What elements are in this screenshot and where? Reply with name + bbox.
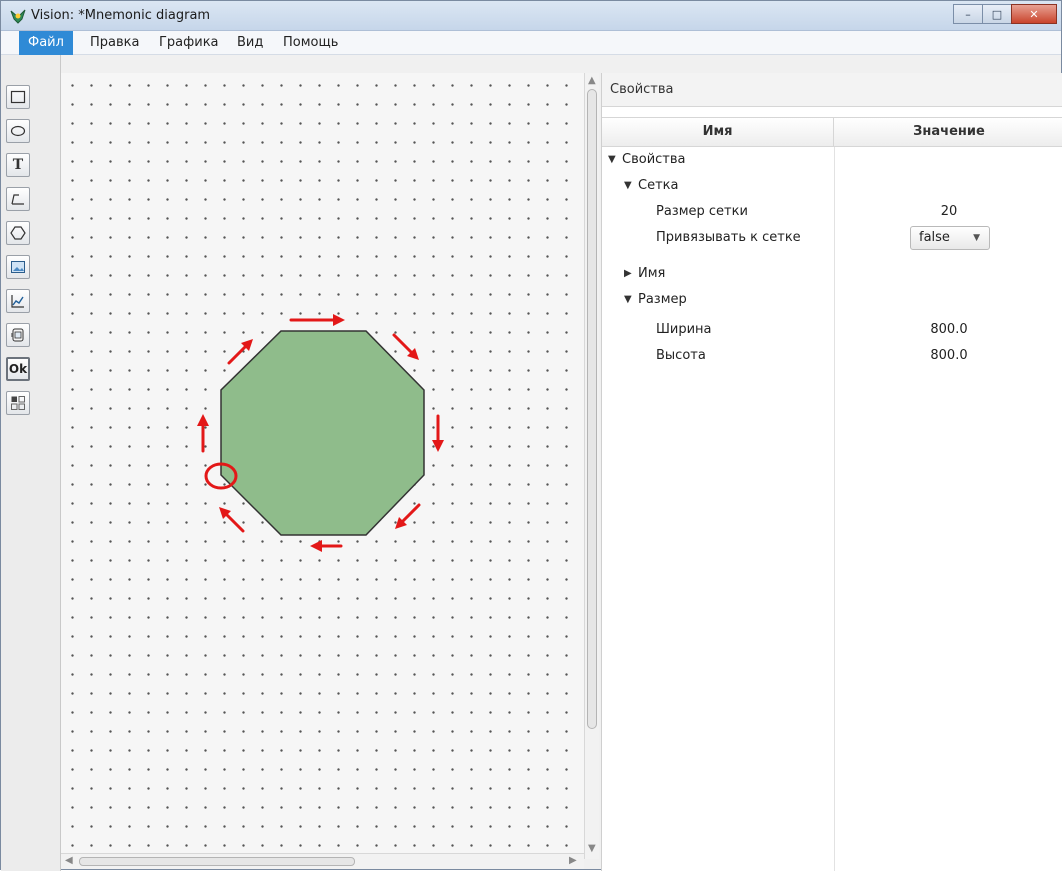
button-icon: Ok — [8, 362, 28, 376]
chart-icon — [11, 295, 24, 308]
arrow-bottom — [310, 540, 343, 552]
gauge-icon — [11, 328, 24, 342]
arrow-top — [289, 314, 345, 326]
tree-row-root[interactable]: ▼ Свойства — [602, 147, 1062, 173]
collapsed-triangle-icon[interactable]: ▶ — [624, 261, 632, 287]
gauge-tool[interactable] — [6, 323, 30, 347]
image-icon — [11, 261, 25, 273]
arrow-right — [432, 414, 444, 452]
diagram-drawing — [197, 314, 444, 552]
button-tool[interactable]: Ok — [6, 357, 30, 381]
diagram-canvas-area — [61, 73, 593, 869]
expand-triangle-icon[interactable]: ▼ — [624, 287, 632, 313]
menu-help[interactable]: Помощь — [274, 31, 347, 55]
polygon-tool[interactable] — [6, 221, 30, 245]
property-value[interactable]: 20 — [834, 199, 1062, 225]
tool-palette: T Ok — [1, 55, 61, 871]
vertical-scroll-thumb[interactable] — [587, 89, 597, 729]
arrow-top-left — [227, 339, 253, 365]
arrow-left — [197, 414, 209, 453]
close-button[interactable]: ✕ — [1011, 4, 1057, 24]
tree-label-size: Размер — [638, 292, 687, 307]
menu-file[interactable]: Файл — [19, 31, 73, 55]
properties-panel-title: Свойства — [602, 73, 1062, 107]
property-height[interactable]: Высота 800.0 — [602, 343, 1062, 369]
tree-label-name: Имя — [638, 266, 666, 281]
tree-label-grid: Сетка — [638, 178, 679, 193]
properties-panel: Свойства Имя Значение ▼ Свойства ▼ Сетка… — [601, 73, 1062, 871]
app-icon — [10, 9, 26, 24]
property-snap-to-grid[interactable]: Привязывать к сетке false ▼ — [602, 225, 1062, 251]
scroll-left-icon[interactable]: ◀ — [65, 855, 73, 866]
octagon-shape[interactable] — [220, 330, 425, 536]
expand-triangle-icon[interactable]: ▼ — [608, 147, 616, 173]
polygon-icon — [10, 226, 26, 240]
maximize-button[interactable]: □ — [982, 4, 1012, 24]
column-value-header[interactable]: Значение — [834, 118, 1062, 146]
column-divider — [834, 147, 835, 871]
chevron-down-icon: ▼ — [973, 233, 980, 243]
property-grid-size[interactable]: Размер сетки 20 — [602, 199, 1062, 225]
horizontal-scroll-thumb[interactable] — [79, 857, 355, 866]
property-width[interactable]: Ширина 800.0 — [602, 317, 1062, 343]
text-tool[interactable]: T — [6, 153, 30, 177]
minimize-button[interactable]: – — [953, 4, 983, 24]
properties-table-header: Имя Значение — [602, 117, 1062, 147]
menu-view[interactable]: Вид — [228, 31, 272, 55]
rectangle-tool[interactable] — [6, 85, 30, 109]
polyline-icon — [11, 194, 24, 205]
vertical-scrollbar[interactable]: ▲ ▼ — [584, 73, 599, 859]
panel-icon — [11, 396, 25, 410]
select-value: false — [919, 230, 950, 245]
menu-graphics[interactable]: Графика — [150, 31, 228, 55]
horizontal-scrollbar[interactable]: ◀ ▶ — [61, 853, 584, 869]
ellipse-tool[interactable] — [6, 119, 30, 143]
column-name-header[interactable]: Имя — [602, 118, 834, 146]
diagram-canvas[interactable] — [61, 73, 584, 853]
menu-edit[interactable]: Правка — [81, 31, 148, 55]
property-value[interactable]: 800.0 — [834, 343, 1062, 369]
property-label: Привязывать к сетке — [656, 230, 801, 245]
snap-to-grid-select[interactable]: false ▼ — [910, 226, 990, 250]
ellipse-icon — [10, 125, 26, 137]
arrow-top-right — [392, 333, 419, 360]
menu-bar: Файл Правка Графика Вид Помощь — [1, 31, 1061, 55]
property-label: Размер сетки — [656, 204, 748, 219]
polyline-tool[interactable] — [6, 187, 30, 211]
arrow-bottom-right — [395, 503, 421, 529]
scroll-down-icon[interactable]: ▼ — [588, 843, 596, 854]
scroll-up-icon[interactable]: ▲ — [588, 75, 596, 86]
scroll-right-icon[interactable]: ▶ — [569, 855, 577, 866]
property-value[interactable]: 800.0 — [834, 317, 1062, 343]
property-label: Ширина — [656, 322, 712, 337]
tree-label-root: Свойства — [622, 152, 686, 167]
image-tool[interactable] — [6, 255, 30, 279]
arrow-bottom-left — [219, 507, 245, 533]
tree-row-size[interactable]: ▼ Размер — [602, 287, 1062, 313]
expand-triangle-icon[interactable]: ▼ — [624, 173, 632, 199]
chart-tool[interactable] — [6, 289, 30, 313]
rectangle-icon — [10, 90, 26, 104]
tree-row-grid[interactable]: ▼ Сетка — [602, 173, 1062, 199]
text-icon: T — [12, 157, 24, 173]
property-label: Высота — [656, 348, 706, 363]
window-title: Vision: *Mnemonic diagram — [31, 8, 211, 23]
app-window: Vision: *Mnemonic diagram – □ ✕ Файл Пра… — [0, 0, 1062, 871]
title-bar[interactable]: Vision: *Mnemonic diagram – □ ✕ — [1, 1, 1061, 31]
panel-tool[interactable] — [6, 391, 30, 415]
tree-row-name[interactable]: ▶ Имя — [602, 261, 1062, 287]
window-controls: – □ ✕ — [953, 4, 1057, 26]
